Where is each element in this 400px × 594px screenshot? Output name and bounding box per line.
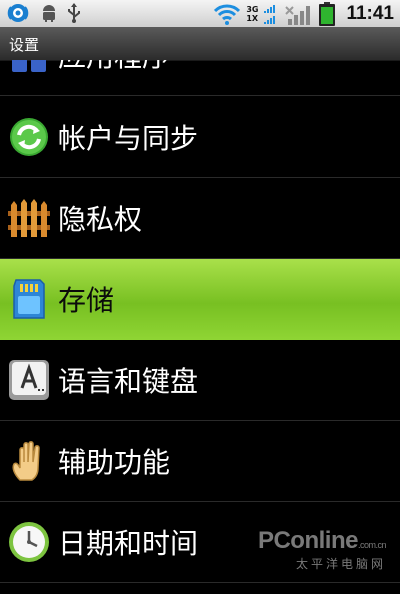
sd-card-icon (13, 279, 45, 319)
wifi-signal-icon (214, 4, 241, 25)
network-labels: 3G 1X (246, 5, 258, 23)
clock-icon (9, 522, 49, 562)
settings-item-language-keyboard[interactable]: 语言和键盘 (0, 340, 400, 421)
title-bar: 设置 (0, 27, 400, 61)
sync-icon (10, 118, 48, 156)
hand-icon (12, 441, 40, 481)
watermark-line2: 太平洋电脑网 (295, 557, 386, 571)
keyboard-key-icon (9, 360, 49, 400)
settings-item-storage[interactable]: 存储 (0, 259, 400, 340)
settings-list: 应用程序 帐户与同步 隐私权 (0, 60, 400, 594)
settings-item-privacy[interactable]: 隐私权 (0, 178, 400, 259)
settings-item-label: 语言和键盘 (58, 365, 199, 398)
settings-item-applications[interactable]: 应用程序 (0, 60, 400, 96)
privacy-fence-icon (8, 199, 50, 237)
settings-item-label: 辅助功能 (58, 446, 171, 479)
settings-item-label: 应用程序 (58, 60, 170, 75)
settings-item-label: 日期和时间 (58, 527, 199, 560)
network-label-1x: 1X (246, 13, 259, 23)
settings-item-accounts-sync[interactable]: 帐户与同步 (0, 97, 400, 178)
settings-item-label: 隐私权 (58, 203, 143, 236)
status-clock: 11:41 (346, 2, 394, 24)
watermark-domain: .com.cn (357, 540, 387, 550)
page-title: 设置 (9, 36, 40, 54)
wifi-hotspot-icon (7, 4, 29, 22)
signal-strength-icon (285, 5, 311, 25)
watermark-line1: PConline.com.cn (257, 527, 387, 554)
usb-icon (68, 3, 80, 23)
apps-icon (12, 60, 46, 72)
battery-icon (319, 1, 336, 26)
settings-item-label: 存储 (58, 284, 115, 317)
signal-3g-icon (264, 4, 276, 24)
pconline-watermark: PConline.com.cn 太平洋电脑网 (257, 527, 387, 572)
status-bar: 3G 1X 11:41 (0, 0, 400, 27)
network-label-3g: 3G (246, 4, 259, 14)
settings-item-accessibility[interactable]: 辅助功能 (0, 421, 400, 502)
settings-item-label: 帐户与同步 (58, 122, 199, 155)
android-debug-icon (43, 5, 55, 22)
